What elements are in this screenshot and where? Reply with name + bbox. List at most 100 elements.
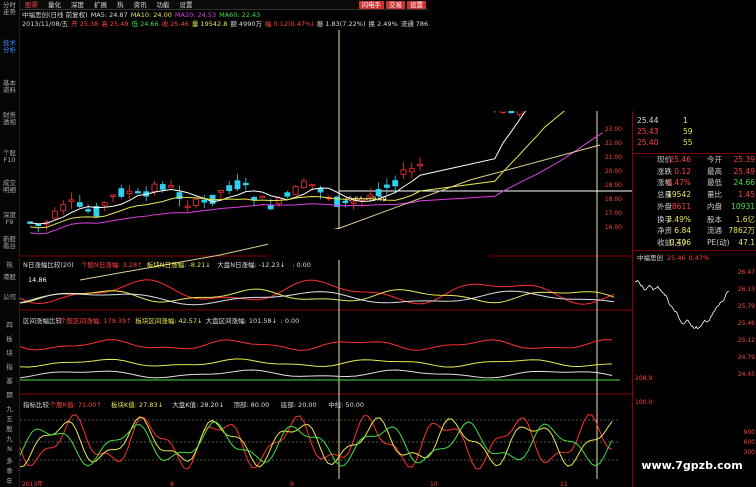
mini-price-tick: 25.46 <box>738 320 755 327</box>
candle-body <box>234 180 241 190</box>
mini-left-tick: 208.9 <box>635 375 652 382</box>
left-tool-item[interactable]: 五 <box>2 416 17 423</box>
menu-button[interactable]: 交易 <box>386 1 405 9</box>
candle-body <box>342 200 349 204</box>
left-tool-item[interactable]: 股 <box>2 426 17 433</box>
candle-body <box>309 183 316 187</box>
orderbook-price: 25.44 <box>637 116 659 125</box>
quote-value: 19542 <box>667 189 691 199</box>
blank-area <box>428 0 756 111</box>
quote-panel: 25.44 1 25.43 59 25.40 55 现价 25.46 今开 25.39 涨跌 0.12… <box>632 111 756 487</box>
sector-range-line <box>19 358 613 368</box>
menu-button[interactable]: 闪电手 <box>358 1 384 9</box>
left-tool-item[interactable]: 四 <box>2 322 17 329</box>
candle-body <box>359 198 365 201</box>
left-tool-item[interactable]: 指 <box>2 364 17 371</box>
left-tool-item[interactable]: 九 <box>2 436 17 443</box>
quote-value: 25.39 <box>733 155 755 164</box>
candle-body <box>400 169 407 175</box>
menu-item[interactable]: 量化 <box>43 0 66 9</box>
candle-body <box>76 202 83 207</box>
indicator-panel-title: 区间涨幅比较 <box>23 316 63 325</box>
left-tool-item[interactable]: 深度F9 <box>2 212 17 226</box>
left-tool-item[interactable]: 个股F10 <box>2 150 17 164</box>
left-toolbar: 分时走势技术分析基本资料财务透视个股F10 成交明细深度F9 新股看台热港股公司四板… <box>0 0 20 487</box>
header-field: MA60: 22.43 <box>219 11 261 19</box>
left-tool-item[interactable]: N <box>2 446 17 453</box>
quote-row: 现价 25.46 今开 25.39 <box>633 154 756 165</box>
market-range-line <box>19 369 613 379</box>
indicator-value: 大盘K值: 28.20↓ <box>172 400 224 409</box>
candle-body <box>68 199 75 202</box>
left-tool-item[interactable]: 九 <box>2 406 17 413</box>
redacted-area <box>268 229 489 260</box>
menu-item[interactable]: 深度 <box>66 0 89 9</box>
date-axis-label: 8 <box>170 481 174 487</box>
header-field: 低 24.66 <box>131 20 159 28</box>
menu-item[interactable]: 设置 <box>175 0 198 9</box>
left-tool-item[interactable]: 技术分析 <box>2 40 17 54</box>
low-price-label: 14.86 <box>28 276 47 284</box>
mini-volume-tick: 600 <box>744 439 756 446</box>
left-tool-item[interactable]: 基本资料 <box>2 80 17 94</box>
left-tool-item[interactable]: 成交明细 <box>2 180 17 194</box>
left-tool-item[interactable]: 港股 <box>2 274 17 281</box>
candle-body <box>217 190 224 193</box>
quote-value: 10931 <box>731 202 755 211</box>
header-field: 开 25.38 <box>71 20 99 28</box>
left-tool-item[interactable]: 财务透视 <box>2 112 17 126</box>
quote-value: 0.47% <box>667 178 691 187</box>
left-tool-item[interactable]: 公司 <box>2 294 17 301</box>
date-axis-label: 9 <box>290 481 294 487</box>
menu-item[interactable]: 股票 <box>20 0 43 9</box>
menu-item[interactable]: 热 <box>112 0 129 9</box>
indicator-value: : 0.00 <box>281 317 300 325</box>
left-tool-item[interactable]: 板 <box>2 336 17 343</box>
header-field: 收 25.46 <box>161 20 189 28</box>
candle-body <box>52 210 58 219</box>
quote-row: 净资 6.84 流通 7862万 <box>633 225 756 236</box>
menu-item[interactable]: 扩展 <box>89 0 112 9</box>
header-field: MA5: 24.87 <box>90 11 128 19</box>
candle-body <box>267 204 274 210</box>
quote-value: 25.46 <box>669 155 691 164</box>
indicator-value: 底部: 20.00 <box>281 400 317 409</box>
left-tool-item[interactable]: 年 <box>2 478 17 485</box>
market-k-line <box>19 421 613 467</box>
indicator-value: 个股N日涨幅: 3.28↑ <box>81 260 143 269</box>
menu-button[interactable]: 设置 <box>407 1 426 9</box>
left-tool-item[interactable]: 多 <box>2 458 17 465</box>
date-axis-label: 2013年 <box>22 480 43 487</box>
left-tool-item[interactable]: 分时走势 <box>2 2 17 16</box>
left-tool-item[interactable]: 块 <box>2 350 17 357</box>
menu-item[interactable]: 资讯 <box>129 0 152 9</box>
menu-item[interactable]: 功能 <box>152 0 175 9</box>
mini-price-tick: 25.12 <box>738 337 755 344</box>
indicator-value: 大盘N日涨幅: -12.23↓ <box>217 260 285 269</box>
orderbook-price: 25.40 <box>637 138 659 147</box>
left-tool-item[interactable]: 基 <box>2 378 17 385</box>
indicator-value: : 0.00 <box>292 261 311 269</box>
header-field: 幅 0.12(0.47%) <box>264 20 314 28</box>
left-tool-item[interactable]: 期 <box>2 392 17 399</box>
price-axis-label: 23.00 <box>605 126 622 133</box>
candle-body <box>292 186 299 195</box>
candle-body <box>110 194 116 197</box>
quote-row: 收益(三) 0.406 PE(动) 47.1 <box>633 237 756 248</box>
candle-body <box>417 163 424 167</box>
quote-label: PE(动) <box>707 237 730 247</box>
candle-body <box>60 204 67 212</box>
stock-range-line <box>19 339 613 351</box>
ma20-line <box>29 132 603 235</box>
left-tool-item[interactable]: 季 <box>2 468 17 475</box>
candle-body <box>159 184 166 190</box>
left-tool-item[interactable]: 新股看台 <box>2 236 17 250</box>
left-tool-item[interactable]: 热 <box>2 262 17 269</box>
quote-value: 0.12 <box>674 166 691 176</box>
indicator-value: 板块N日涨幅: -8.21↓ <box>147 260 211 269</box>
indicator-value: 个股区间涨幅: 179.39↑ <box>60 316 131 325</box>
quote-label: 最低 <box>707 178 722 187</box>
candle-body <box>85 209 91 212</box>
quote-label: 量比 <box>707 189 722 199</box>
orderbook-row: 25.44 1 <box>633 115 756 126</box>
